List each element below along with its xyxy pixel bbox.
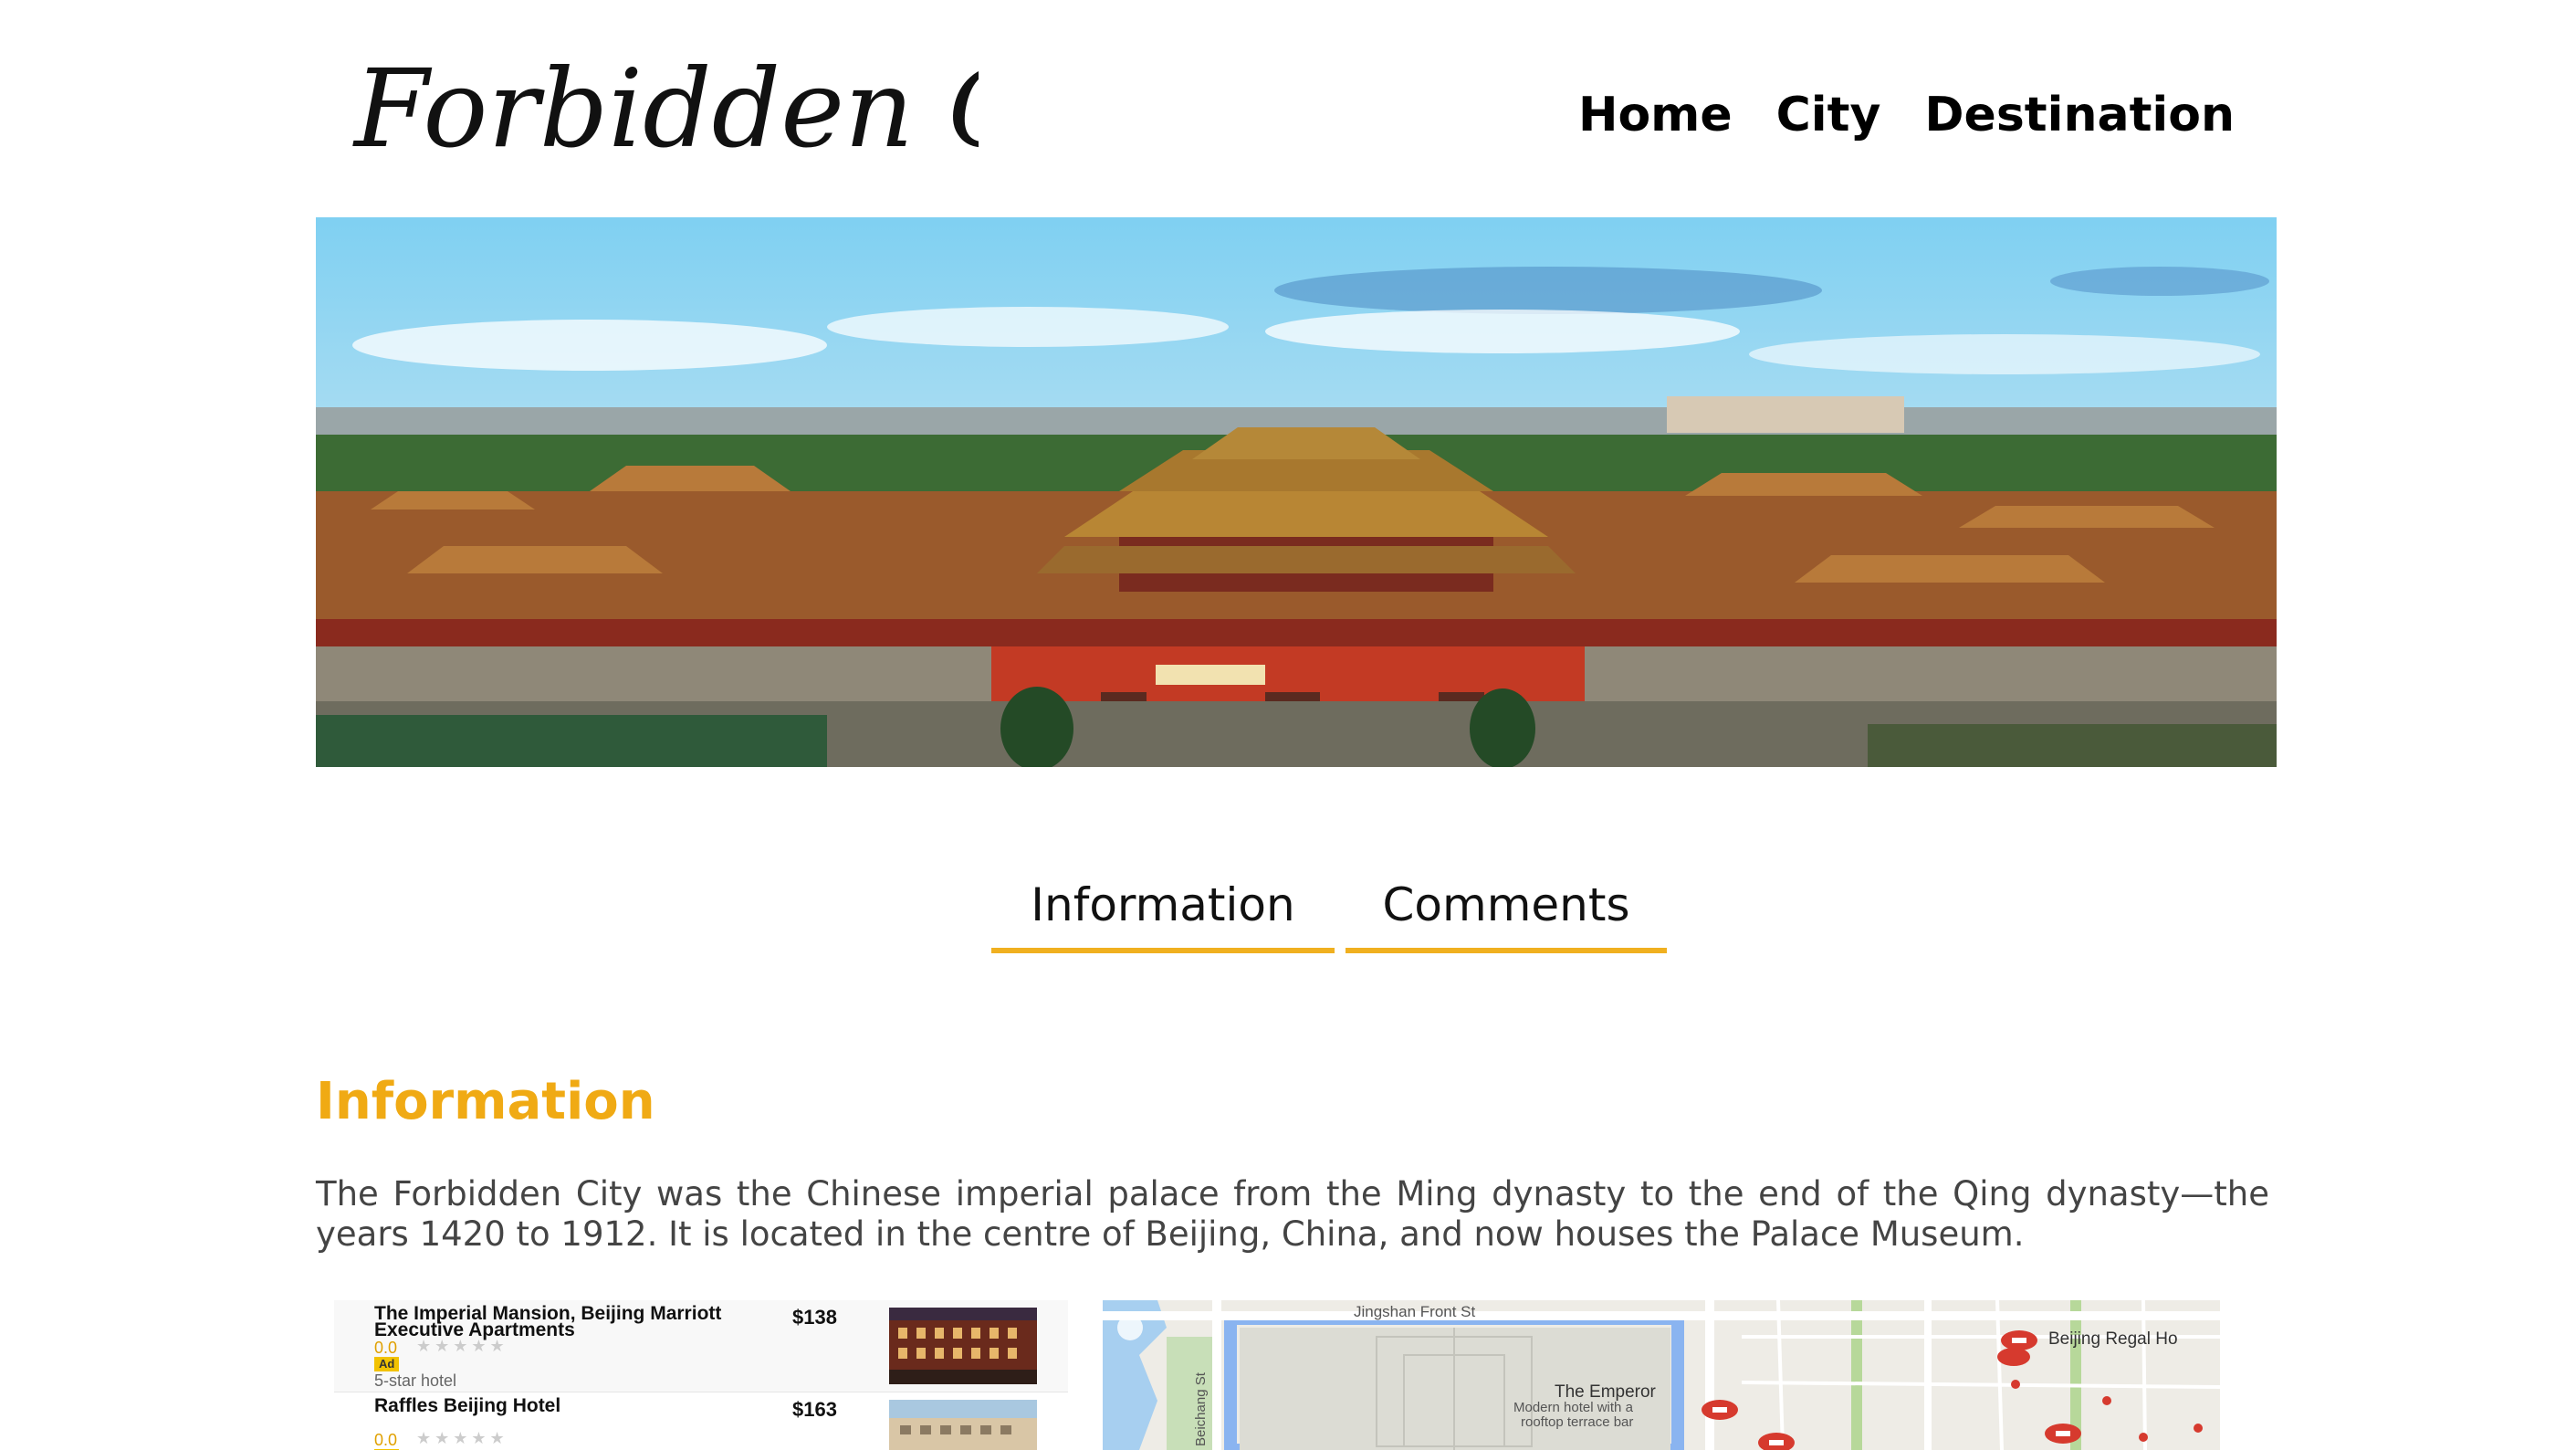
tab-information[interactable]: Information xyxy=(991,878,1335,953)
star-rating-icon: ★★★★★ xyxy=(416,1429,508,1447)
hotel-rating: 0.0 xyxy=(374,1431,398,1449)
location-map[interactable]: Jingshan Front St Beichang St The Empero… xyxy=(1103,1300,2220,1450)
main-nav: Home City Destination xyxy=(1578,88,2235,142)
section-title: Information xyxy=(316,1072,655,1131)
nav-city-link[interactable]: City xyxy=(1776,88,1881,142)
map-place-sub-2: rooftop terrace bar xyxy=(1521,1414,1633,1430)
map-place-sub-1: Modern hotel with a xyxy=(1513,1400,1634,1415)
hotel-class: 5-star hotel xyxy=(374,1371,457,1390)
content-tabs: Information Comments xyxy=(991,878,1667,953)
map-hotel-label: Beijing Regal Ho xyxy=(2048,1329,2178,1349)
map-control-icon xyxy=(1117,1315,1143,1340)
nav-home-link[interactable]: Home xyxy=(1578,88,1733,142)
star-rating-icon: ★★★★★ xyxy=(416,1337,508,1355)
map-side-street-label: Beichang St xyxy=(1193,1371,1209,1446)
hotel-item[interactable]: Raffles Beijing Hotel $163 0.0 ★★★★★ Ad … xyxy=(334,1392,1068,1450)
ad-badge: Ad xyxy=(374,1357,400,1371)
hotel-item[interactable]: The Imperial Mansion, Beijing Marriott E… xyxy=(334,1300,1068,1392)
section-description: The Forbidden City was the Chinese imper… xyxy=(316,1174,2269,1254)
hotel-rating: 0.0 xyxy=(374,1339,398,1357)
hotel-thumbnail xyxy=(889,1400,1037,1450)
nav-destination-link[interactable]: Destination xyxy=(1924,88,2235,142)
site-logo[interactable]: Forbidden City xyxy=(349,46,1170,183)
logo-wordmark: Forbidden City xyxy=(352,46,1170,172)
tab-comments[interactable]: Comments xyxy=(1346,878,1667,953)
hotel-price: $163 xyxy=(792,1398,837,1421)
hero-image xyxy=(316,217,2277,767)
map-canvas: Jingshan Front St Beichang St The Empero… xyxy=(1103,1300,2220,1450)
map-street-label: Jingshan Front St xyxy=(1354,1303,1476,1320)
hotel-list: The Imperial Mansion, Beijing Marriott E… xyxy=(334,1300,1068,1450)
logo-text: Forbidden City xyxy=(352,55,979,172)
hotel-price: $138 xyxy=(792,1306,837,1329)
hotel-name: The Imperial Mansion, Beijing Marriott E… xyxy=(374,1303,722,1340)
hotel-thumbnail xyxy=(889,1308,1037,1384)
hotel-name: Raffles Beijing Hotel xyxy=(374,1395,561,1416)
forbidden-city-panorama xyxy=(316,217,2277,767)
map-place-label: The Emperor xyxy=(1555,1382,1657,1402)
